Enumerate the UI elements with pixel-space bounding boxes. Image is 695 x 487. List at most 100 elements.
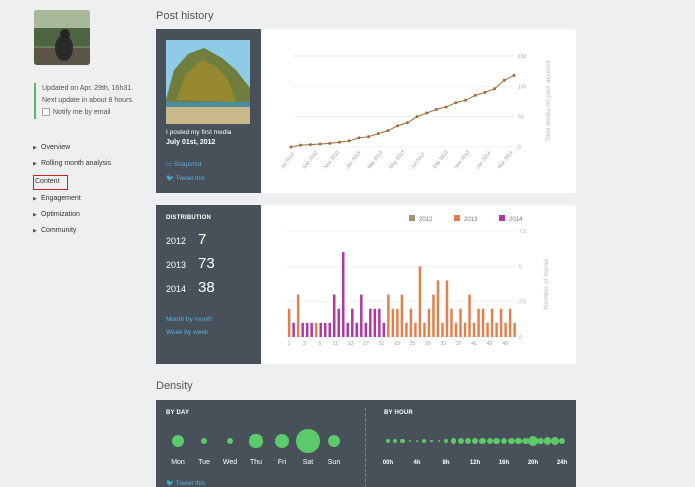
nav-item-overview[interactable]: ▶ Overview: [33, 141, 111, 157]
bar: [400, 294, 404, 337]
bar: [301, 322, 304, 337]
bar: [346, 322, 350, 337]
data-point: [299, 143, 303, 147]
nav-item-optimization[interactable]: ▶ Optimization: [33, 208, 111, 224]
nav-item-rolling-month[interactable]: ▶ Rolling month analysis: [33, 157, 111, 173]
bar: [378, 308, 381, 337]
day-dot-mon: [171, 434, 185, 448]
hour-dot: [450, 438, 456, 444]
distribution-title: DISTRIBUTION: [166, 215, 212, 221]
x-tick-label: 49: [502, 341, 508, 347]
line-chart: 150100500Jul 2012 Sep 2012 Nov 2012 Jan 201…: [280, 54, 552, 171]
snapshot-link[interactable]: ▭ Snapshot: [166, 160, 201, 168]
month-by-month-link[interactable]: Month by month: [166, 316, 213, 323]
x-tick-label: Sep 2013: [432, 149, 450, 170]
x-tick-label: 29: [425, 341, 431, 347]
bar: [432, 294, 435, 337]
bar: [459, 308, 462, 337]
nav-item-content[interactable]: Content: [33, 174, 68, 190]
data-point: [483, 90, 487, 94]
hour-dot: [437, 439, 440, 443]
hour-dot: [464, 438, 471, 444]
x-tick-label: Sep 2012: [302, 149, 320, 170]
y-tick-label: 50: [518, 115, 524, 121]
bar: [369, 308, 372, 337]
x-tick-label: Mar 2014: [497, 150, 515, 171]
data-point: [405, 121, 409, 125]
bar: [305, 322, 309, 337]
bar: [337, 308, 340, 337]
day-dot-sun: [327, 434, 341, 448]
bar: [342, 252, 345, 337]
x-tick-label: 33: [441, 341, 447, 347]
day-dot-sat: [296, 429, 320, 453]
data-point: [454, 101, 458, 105]
tweet-link[interactable]: 🐦 Tweet this: [166, 174, 205, 182]
distribution-chart: 7.5 5 2.5 0 1 3 5 11 13 17 21 23 25 29 33 37 41 45 49 2012 2…: [261, 205, 576, 364]
first-media-panel: I posted my first media July 01st, 2012 …: [156, 29, 261, 193]
week-by-week-link[interactable]: Week by week: [166, 329, 208, 336]
data-point: [434, 107, 438, 111]
data-point: [308, 143, 312, 147]
nav-item-community[interactable]: ▶ Community: [33, 224, 111, 240]
y-tick-label: 0: [519, 335, 522, 341]
hour-dot: [408, 439, 411, 443]
twitter-icon: 🐦: [166, 480, 176, 487]
hour-dot: [422, 438, 427, 444]
bar: [373, 308, 377, 337]
bar: [418, 266, 422, 337]
day-label: Fri: [277, 459, 287, 466]
bar: [481, 308, 485, 337]
day-dot-tue: [200, 437, 208, 445]
legend-label-2014: 2014: [509, 217, 523, 223]
day-label: Thu: [249, 459, 263, 466]
avatar[interactable]: [34, 10, 90, 65]
bar: [391, 308, 395, 337]
arrow-icon: ▶: [33, 161, 37, 168]
y-tick-label: 2.5: [519, 300, 526, 306]
x-tick-label: 37: [456, 341, 462, 347]
first-media-photo[interactable]: [166, 40, 250, 124]
data-point: [289, 145, 293, 149]
data-point: [512, 73, 516, 77]
x-tick-label: Jan 2013: [345, 150, 363, 170]
x-tick-label: Nov 2012: [323, 149, 341, 170]
data-point: [396, 124, 400, 128]
y-tick-label: 7.5: [519, 229, 526, 235]
by-hour-chart: 00h 4h 8h 12h 16h 20h 24h: [366, 400, 576, 487]
hour-label: 00h: [382, 460, 394, 466]
update-time: Updated on Apr. 29th, 16h31.: [42, 85, 134, 92]
post-history-title: Post history: [156, 10, 214, 22]
x-tick-label: 41: [471, 341, 477, 347]
density-panel: BY DAY BY HOUR Mon Tue Wed Thu Fri Sat Sun 00h…: [156, 400, 576, 487]
day-dot-wed: [226, 437, 234, 445]
bar: [490, 308, 494, 337]
distribution-row-2013: 2013 73: [166, 255, 215, 272]
y-tick-label: 150: [518, 54, 527, 60]
day-label: Tue: [198, 459, 210, 466]
arrow-icon: ▶: [33, 145, 37, 151]
x-tick-label: 23: [394, 341, 400, 347]
hour-dot: [486, 438, 493, 444]
x-tick-label: Jan 2014: [475, 150, 493, 170]
bar: [351, 308, 354, 337]
bar: [427, 308, 431, 337]
post-history-chart: 150 100 50 0 Jul 2012 Sep 2012 Nov 2012 Jan 201…: [261, 29, 576, 193]
notify-option[interactable]: Notify me by email: [42, 107, 162, 119]
legend-swatch-2012: [409, 215, 415, 221]
bar: [328, 322, 331, 337]
nav-item-engagement[interactable]: ▶ Engagement: [33, 192, 111, 208]
bar: [409, 308, 413, 337]
data-point: [444, 105, 448, 109]
density-tweet-link[interactable]: 🐦 Tweet this: [166, 479, 205, 487]
x-tick-label: Jul 2013: [410, 151, 427, 170]
notify-checkbox[interactable]: [42, 108, 50, 117]
legend-swatch-2013: [454, 215, 460, 221]
bar: [472, 322, 476, 337]
bar: [360, 294, 363, 337]
bar: [396, 308, 399, 337]
x-tick-label: Mar 2013: [367, 150, 385, 171]
bar: [323, 322, 327, 337]
hour-dot: [500, 437, 508, 445]
y-tick-label: 5: [519, 264, 522, 270]
